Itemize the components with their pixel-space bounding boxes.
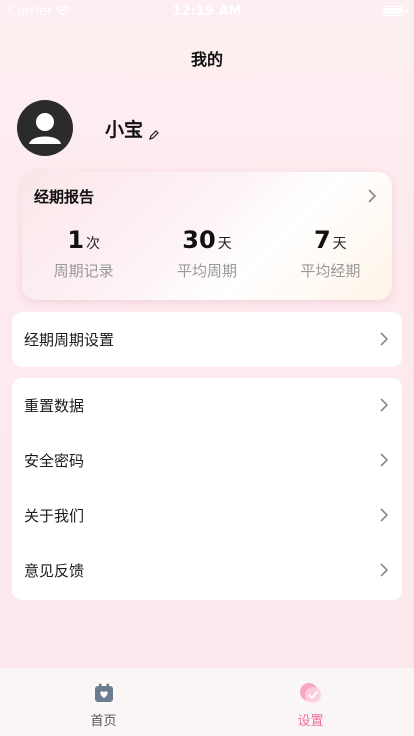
page-title: 我的	[190, 50, 223, 69]
report-title: 经期报告	[34, 188, 95, 206]
status-bar: Carrier 12:19 AM	[0, 0, 414, 22]
stat-value: 1	[67, 226, 85, 254]
tab-label: 设置	[297, 714, 324, 729]
profile-header[interactable]: 小宝	[17, 100, 159, 156]
status-time: 12:19 AM	[172, 4, 242, 19]
chevron-right-icon	[380, 508, 388, 522]
menu-label: 意见反馈	[24, 562, 85, 580]
tab-bar: 首页 设置	[0, 668, 414, 736]
menu-group-cycle: 经期周期设置	[12, 312, 402, 367]
menu-label: 重置数据	[24, 397, 85, 415]
username-label: 小宝	[105, 118, 144, 141]
stat-average-period: 7 天 平均经期	[269, 226, 392, 281]
stat-label: 周期记录	[53, 262, 114, 280]
stat-average-cycle: 30 天 平均周期	[145, 226, 268, 281]
chevron-right-icon	[380, 453, 388, 467]
menu-label: 经期周期设置	[24, 331, 115, 349]
menu-item-about-us[interactable]: 关于我们	[12, 488, 402, 543]
menu-item-feedback[interactable]: 意见反馈	[12, 543, 402, 598]
menu-item-security-password[interactable]: 安全密码	[12, 433, 402, 488]
stat-label: 平均经期	[300, 262, 361, 280]
stat-value: 7	[313, 226, 331, 254]
chevron-right-icon	[380, 398, 388, 412]
stat-unit: 天	[217, 236, 232, 252]
tab-label: 首页	[90, 714, 117, 729]
stat-unit: 次	[86, 236, 101, 252]
edit-icon[interactable]	[149, 129, 159, 140]
period-report-card[interactable]: 经期报告 1 次 周期记录 30 天 平均周期 7 天 平均经期	[22, 172, 392, 300]
chevron-right-icon	[380, 332, 388, 346]
stat-cycle-records: 1 次 周期记录	[22, 226, 145, 281]
chevron-right-icon	[368, 189, 376, 203]
menu-item-cycle-settings[interactable]: 经期周期设置	[12, 312, 402, 367]
tab-settings[interactable]: 设置	[207, 668, 414, 736]
user-icon	[29, 113, 61, 144]
battery-icon	[382, 6, 404, 16]
username[interactable]: 小宝	[105, 115, 159, 142]
tab-home[interactable]: 首页	[0, 668, 207, 736]
menu-label: 关于我们	[24, 507, 85, 525]
avatar[interactable]	[17, 100, 73, 156]
menu-item-reset-data[interactable]: 重置数据	[12, 378, 402, 433]
menu-label: 安全密码	[24, 452, 85, 470]
chevron-right-icon	[380, 563, 388, 577]
calendar-heart-icon	[94, 683, 113, 702]
report-stats: 1 次 周期记录 30 天 平均周期 7 天 平均经期	[22, 226, 392, 281]
stat-value: 30	[182, 226, 216, 254]
stat-unit: 天	[332, 236, 347, 252]
settings-icon	[299, 683, 321, 703]
stat-label: 平均周期	[176, 262, 237, 280]
battery-tip	[406, 9, 408, 13]
menu-group-general: 重置数据 安全密码 关于我们 意见反馈	[12, 378, 402, 600]
